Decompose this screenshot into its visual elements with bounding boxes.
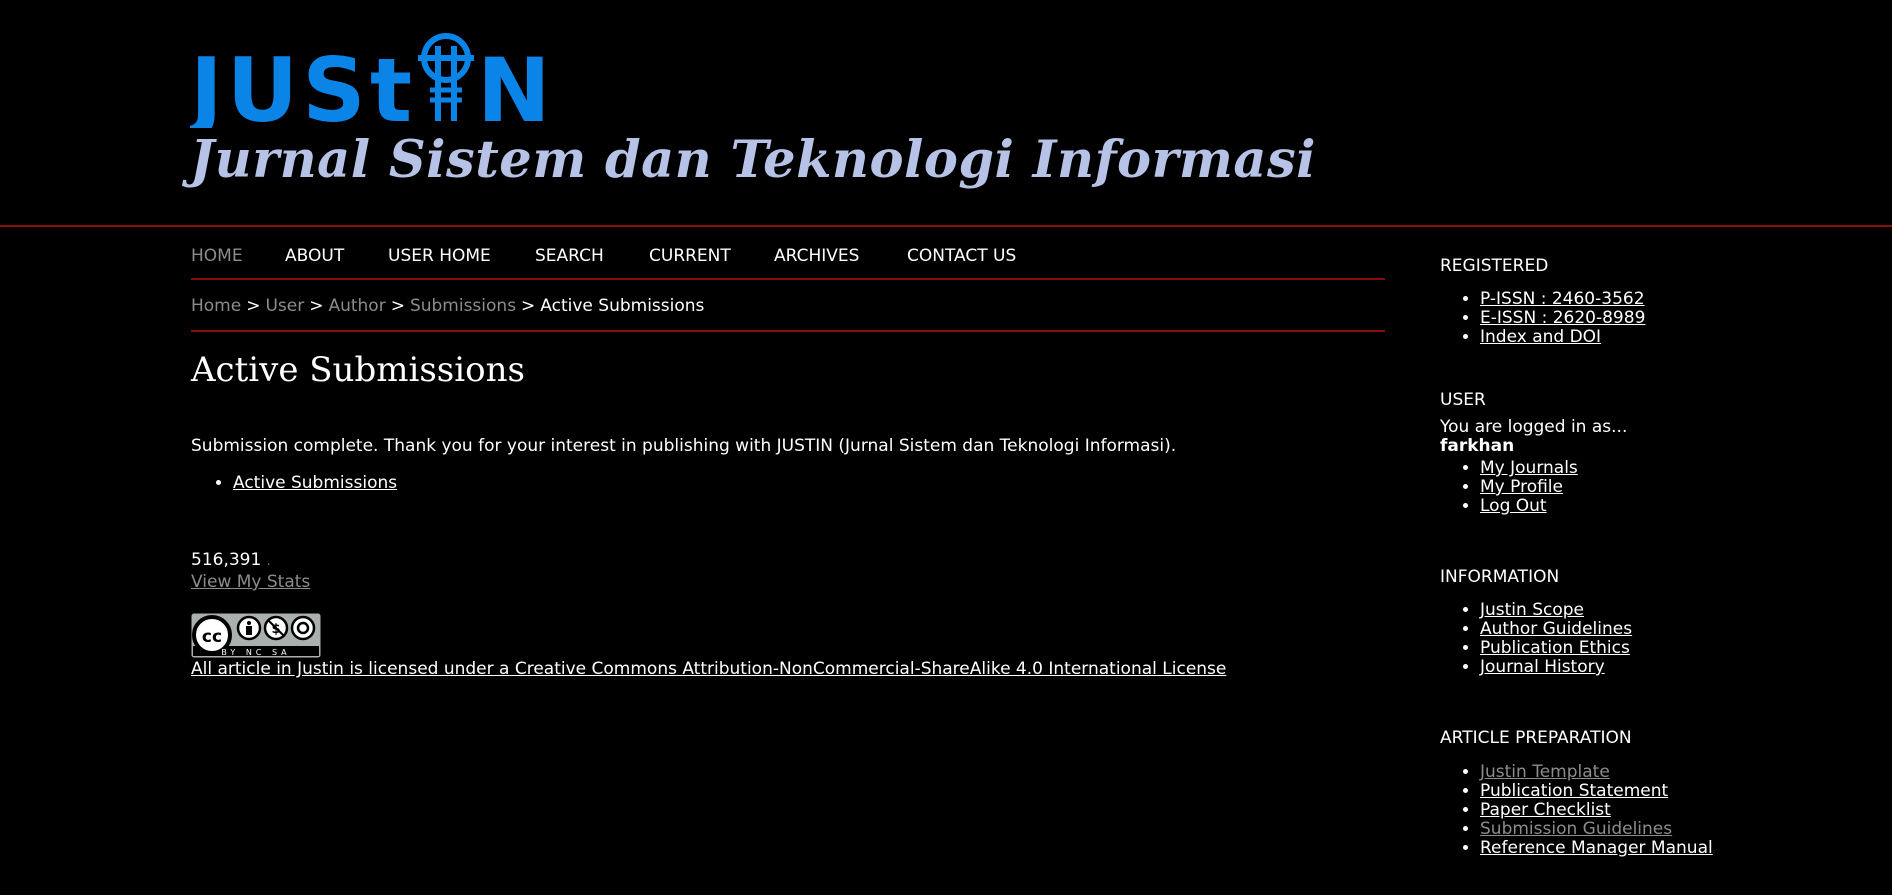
list-item: Publication Ethics (1480, 639, 1632, 658)
list-item: Justin Template (1480, 763, 1713, 782)
list-item: Justin Scope (1480, 601, 1632, 620)
journal-name: Jurnal Sistem dan Teknologi Informasi (190, 130, 1317, 190)
list-item: Active Submissions (233, 473, 397, 493)
submission-message: Submission complete. Thank you for your … (191, 436, 1177, 456)
log-out-link[interactable]: Log Out (1480, 496, 1547, 516)
list-item: E-ISSN : 2620-8989 (1480, 309, 1645, 328)
list-item: Author Guidelines (1480, 620, 1632, 639)
nav-search[interactable]: SEARCH (535, 246, 604, 266)
my-profile-link[interactable]: My Profile (1480, 477, 1563, 497)
registered-list: P-ISSN : 2460-3562 E-ISSN : 2620-8989 In… (1440, 290, 1645, 347)
logged-in-label: You are logged in as... (1440, 417, 1628, 437)
nav-about[interactable]: ABOUT (285, 246, 344, 266)
breadcrumb-home[interactable]: Home (191, 296, 241, 316)
site-header: JUS t N Jurnal Sistem dan Teknologi Info… (0, 0, 1892, 227)
svg-text:JUS: JUS (190, 39, 370, 128)
list-item: My Journals (1480, 459, 1578, 478)
breadcrumb-separator: > (521, 296, 536, 316)
list-item: My Profile (1480, 478, 1578, 497)
list-item: P-ISSN : 2460-3562 (1480, 290, 1645, 309)
cc-license-badge[interactable]: cc $ BY NC SA (191, 613, 321, 658)
cc-badge-label: BY NC SA (221, 648, 290, 657)
list-item: Index and DOI (1480, 328, 1645, 347)
justin-logo[interactable]: JUS t N (190, 28, 560, 128)
breadcrumb-submissions[interactable]: Submissions (410, 296, 516, 316)
main-link-list: Active Submissions (191, 473, 397, 493)
breadcrumb-separator: > (246, 296, 261, 316)
list-item: Log Out (1480, 497, 1578, 516)
justin-template-link[interactable]: Justin Template (1480, 762, 1610, 782)
stats-dot: . (266, 554, 271, 568)
list-item: Submission Guidelines (1480, 820, 1713, 839)
list-item: Journal History (1480, 658, 1632, 677)
submission-guidelines-link[interactable]: Submission Guidelines (1480, 819, 1672, 839)
breadcrumb-author[interactable]: Author (328, 296, 385, 316)
nav-archives[interactable]: ARCHIVES (774, 246, 859, 266)
my-journals-link[interactable]: My Journals (1480, 458, 1578, 478)
breadcrumb-separator: > (390, 296, 405, 316)
view-my-stats-link[interactable]: View My Stats (191, 572, 310, 592)
active-submissions-link[interactable]: Active Submissions (233, 473, 397, 493)
nav-user-home[interactable]: USER HOME (388, 246, 491, 266)
username: farkhan (1440, 436, 1515, 456)
sidebar-title-article-preparation: ARTICLE PREPARATION (1440, 728, 1632, 748)
license-link[interactable]: All article in Justin is licensed under … (191, 659, 1226, 679)
main-nav: HOME ABOUT USER HOME SEARCH CURRENT ARCH… (191, 244, 1385, 280)
stats-count: 516,391 (191, 550, 262, 570)
article-preparation-list: Justin Template Publication Statement Pa… (1440, 763, 1713, 858)
list-item: Reference Manager Manual (1480, 839, 1713, 858)
journal-history-link[interactable]: Journal History (1480, 657, 1605, 677)
e-issn-link[interactable]: E-ISSN : 2620-8989 (1480, 308, 1645, 328)
svg-text:cc: cc (202, 627, 222, 647)
sidebar-title-user: USER (1440, 390, 1486, 410)
breadcrumb-current: Active Submissions (540, 296, 705, 316)
list-item: Publication Statement (1480, 782, 1713, 801)
list-item: Paper Checklist (1480, 801, 1713, 820)
publication-statement-link[interactable]: Publication Statement (1480, 781, 1668, 801)
nav-contact-us[interactable]: CONTACT US (907, 246, 1016, 266)
user-list: My Journals My Profile Log Out (1440, 459, 1578, 516)
svg-text:t: t (370, 39, 412, 128)
sidebar-title-registered: REGISTERED (1440, 256, 1549, 276)
svg-text:N: N (477, 39, 551, 128)
index-doi-link[interactable]: Index and DOI (1480, 327, 1601, 347)
paper-checklist-link[interactable]: Paper Checklist (1480, 800, 1611, 820)
reference-manager-manual-link[interactable]: Reference Manager Manual (1480, 838, 1713, 858)
breadcrumb-user[interactable]: User (265, 296, 304, 316)
nav-current[interactable]: CURRENT (649, 246, 731, 266)
author-guidelines-link[interactable]: Author Guidelines (1480, 619, 1632, 639)
justin-scope-link[interactable]: Justin Scope (1480, 600, 1584, 620)
page-title: Active Submissions (191, 350, 525, 390)
nav-home[interactable]: HOME (191, 246, 243, 266)
p-issn-link[interactable]: P-ISSN : 2460-3562 (1480, 289, 1645, 309)
information-list: Justin Scope Author Guidelines Publicati… (1440, 601, 1632, 677)
sidebar-title-information: INFORMATION (1440, 567, 1560, 587)
publication-ethics-link[interactable]: Publication Ethics (1480, 638, 1630, 658)
stats-block: 516,391 . View My Stats (191, 550, 310, 593)
breadcrumb-separator: > (309, 296, 324, 316)
breadcrumb: Home > User > Author > Submissions > Active Subm… (191, 296, 1385, 332)
license-text: All article in Justin is licensed under … (191, 659, 1226, 679)
